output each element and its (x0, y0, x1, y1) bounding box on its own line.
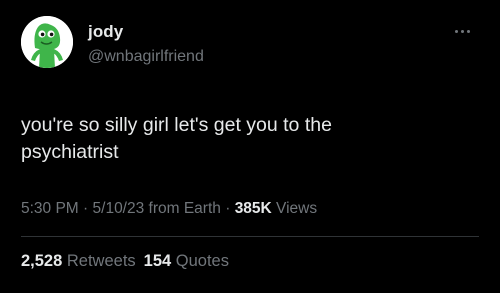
tweet-text-line-1: you're so silly girl let's get you to th… (21, 114, 332, 136)
display-name[interactable]: jody (88, 22, 123, 42)
tweet-source: from Earth (144, 200, 221, 217)
quotes-label[interactable]: Quotes (171, 252, 229, 270)
tweet: jody @wnbagirlfriend you're so silly gir… (0, 0, 500, 293)
divider (21, 236, 479, 237)
gumby-icon (21, 16, 73, 68)
quotes-count[interactable]: 154 (144, 252, 172, 270)
retweets-count[interactable]: 2,528 (21, 252, 62, 270)
meta-separator: · (78, 200, 93, 217)
tweet-time[interactable]: 5:30 PM (21, 200, 79, 217)
dot (467, 30, 470, 33)
tweet-text-line-2: psychiatrist (21, 141, 119, 163)
retweets-label[interactable]: Retweets (62, 252, 136, 270)
dot (455, 30, 458, 33)
more-options-icon[interactable] (455, 30, 477, 38)
views-label[interactable]: Views (272, 200, 317, 217)
meta-separator: · (220, 200, 235, 217)
dot (461, 30, 464, 33)
handle[interactable]: @wnbagirlfriend (88, 48, 204, 66)
tweet-stats: 2,528 Retweets 154 Quotes (21, 252, 229, 271)
views-count[interactable]: 385K (235, 200, 272, 217)
avatar[interactable] (21, 16, 73, 68)
tweet-date[interactable]: 5/10/23 (93, 200, 145, 217)
tweet-meta: 5:30 PM · 5/10/23 from Earth · 385K View… (21, 200, 317, 218)
tweet-text: you're so silly girl let's get you to th… (21, 112, 481, 166)
